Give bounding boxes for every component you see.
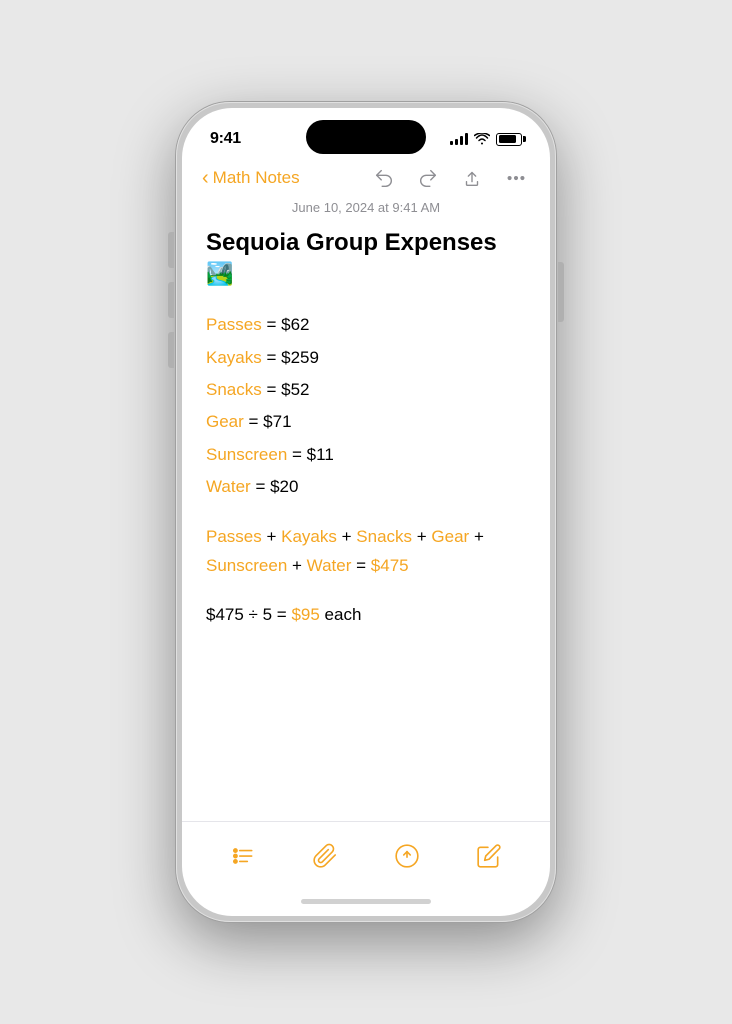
note-date: June 10, 2024 at 9:41 AM <box>206 200 526 215</box>
nav-actions <box>370 164 530 192</box>
formula-result-total: $475 <box>371 556 409 575</box>
list-item: Snacks = $52 <box>206 374 526 406</box>
formula-line-1: Passes + Kayaks + Snacks + Gear + <box>206 523 526 552</box>
bottom-toolbar <box>182 821 550 886</box>
note-title-text: Sequoia Group Expenses <box>206 229 497 256</box>
wifi-icon <box>474 133 490 145</box>
formula-op: + <box>474 527 484 546</box>
back-button[interactable]: ‹ Math Notes <box>202 168 300 188</box>
expense-var-sunscreen: Sunscreen <box>206 445 287 464</box>
formula-op: + <box>342 527 357 546</box>
formula-op: = <box>356 556 371 575</box>
formula-var-gear: Gear <box>431 527 469 546</box>
note-title: Sequoia Group Expenses 🏞️ <box>206 227 526 289</box>
note-content: June 10, 2024 at 9:41 AM Sequoia Group E… <box>182 200 550 821</box>
more-button[interactable] <box>502 164 530 192</box>
battery-icon <box>496 133 522 146</box>
expense-var-gear: Gear <box>206 412 244 431</box>
compose-button[interactable] <box>467 834 511 878</box>
signal-icon <box>450 133 468 145</box>
list-item: Sunscreen = $11 <box>206 439 526 471</box>
formula-block: Passes + Kayaks + Snacks + Gear + Sunscr… <box>206 523 526 581</box>
formula-line-2: Sunscreen + Water = $475 <box>206 552 526 581</box>
note-emoji: 🏞️ <box>206 261 233 286</box>
dynamic-island <box>306 120 426 154</box>
expense-var-kayaks: Kayaks <box>206 348 262 367</box>
phone-frame: 9:41 <box>176 102 556 922</box>
expense-var-passes: Passes <box>206 315 262 334</box>
list-item: Gear = $71 <box>206 406 526 438</box>
back-label: Math Notes <box>213 168 300 188</box>
home-indicator <box>182 886 550 916</box>
expense-value-kayaks: = $259 <box>266 348 318 367</box>
formula-op: + <box>292 556 307 575</box>
expense-var-water: Water <box>206 477 251 496</box>
undo-button[interactable] <box>370 164 398 192</box>
formula-var-passes: Passes <box>206 527 262 546</box>
expense-value-sunscreen: = $11 <box>292 445 334 464</box>
expense-value-gear: = $71 <box>249 412 292 431</box>
list-item: Water = $20 <box>206 471 526 503</box>
formula-op: + <box>266 527 281 546</box>
list-item: Passes = $62 <box>206 309 526 341</box>
division-result: $95 <box>291 605 319 624</box>
expense-list: Passes = $62 Kayaks = $259 Snacks = $52 … <box>206 309 526 503</box>
status-time: 9:41 <box>210 130 241 148</box>
formula-var-water: Water <box>307 556 352 575</box>
expense-value-snacks: = $52 <box>266 380 309 399</box>
home-bar <box>301 899 431 904</box>
expense-value-passes: = $62 <box>266 315 309 334</box>
formula-var-snacks: Snacks <box>356 527 412 546</box>
share-button[interactable] <box>458 164 486 192</box>
formula-var-kayaks: Kayaks <box>281 527 337 546</box>
formula-var-sunscreen: Sunscreen <box>206 556 287 575</box>
formula-op: + <box>417 527 432 546</box>
nav-bar: ‹ Math Notes <box>182 156 550 200</box>
division-text-prefix: $475 ÷ 5 = <box>206 605 291 624</box>
expense-value-water: = $20 <box>255 477 298 496</box>
division-block: $475 ÷ 5 = $95 each <box>206 601 526 630</box>
attach-button[interactable] <box>303 834 347 878</box>
division-text-suffix: each <box>320 605 362 624</box>
status-icons <box>450 133 522 146</box>
list-item: Kayaks = $259 <box>206 342 526 374</box>
back-chevron-icon: ‹ <box>202 168 209 188</box>
send-button[interactable] <box>385 834 429 878</box>
expense-var-snacks: Snacks <box>206 380 262 399</box>
phone-screen: 9:41 <box>182 108 550 916</box>
checklist-button[interactable] <box>221 834 265 878</box>
redo-button[interactable] <box>414 164 442 192</box>
